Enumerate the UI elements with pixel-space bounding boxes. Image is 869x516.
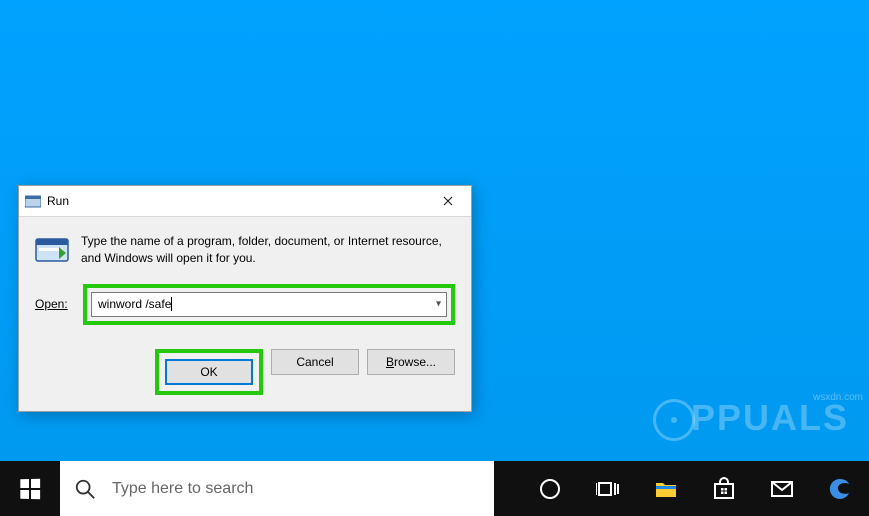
run-title: Run [47, 194, 69, 208]
taskbar-tray [521, 461, 869, 516]
edge-button[interactable] [811, 461, 869, 516]
watermark-logo: PPUALS [653, 397, 849, 441]
run-dialog-icon [35, 233, 69, 267]
ok-button-highlight: OK [155, 349, 263, 395]
cancel-button[interactable]: Cancel [271, 349, 359, 375]
windows-logo-icon [20, 478, 40, 498]
open-input[interactable] [91, 292, 447, 317]
search-placeholder: Type here to search [112, 480, 253, 498]
run-description: Type the name of a program, folder, docu… [81, 233, 455, 268]
microsoft-store-button[interactable] [695, 461, 753, 516]
file-explorer-button[interactable] [637, 461, 695, 516]
close-button[interactable] [425, 186, 471, 216]
start-button[interactable] [0, 461, 60, 516]
taskbar: Type here to search [0, 461, 869, 516]
run-titlebar-icon [25, 193, 41, 209]
cortana-button[interactable] [521, 461, 579, 516]
run-titlebar[interactable]: Run [19, 186, 471, 217]
taskbar-spacer [494, 461, 521, 516]
run-open-row: Open: ▾ [19, 274, 471, 331]
open-label: Open: [35, 297, 83, 311]
run-buttons-row: OK Cancel Browse... [19, 331, 471, 411]
task-view-button[interactable] [579, 461, 637, 516]
mail-button[interactable] [753, 461, 811, 516]
open-input-highlight: ▾ [83, 284, 455, 325]
run-dialog: Run Type the name of a program, folder, … [18, 185, 472, 412]
run-body: Type the name of a program, folder, docu… [19, 217, 471, 274]
search-icon [74, 478, 96, 500]
ok-button[interactable]: OK [165, 359, 253, 385]
taskbar-search-box[interactable]: Type here to search [60, 461, 494, 516]
desktop: PPUALS Run [0, 0, 869, 461]
browse-button[interactable]: Browse... [367, 349, 455, 375]
attribution-text: wsxdn.com [813, 392, 863, 403]
appuals-logo-icon [653, 399, 695, 441]
